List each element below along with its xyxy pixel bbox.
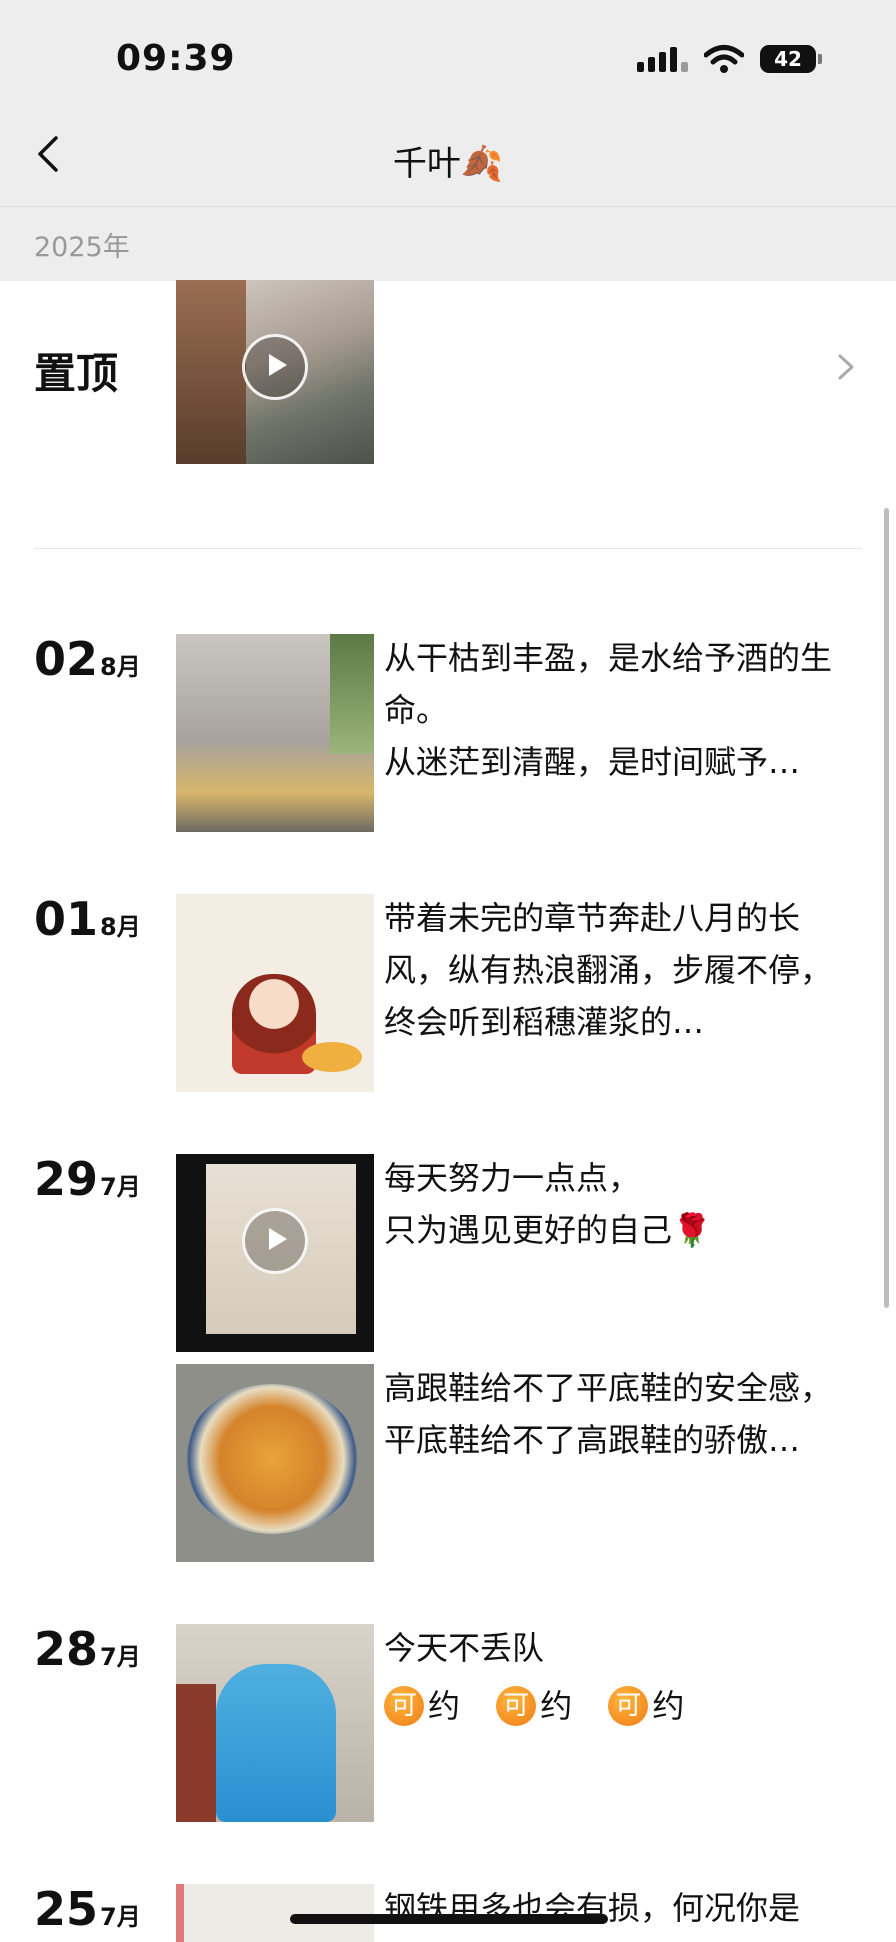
- photo-placeholder: [302, 1042, 362, 1072]
- play-icon: [242, 1208, 308, 1274]
- post-image[interactable]: [176, 1884, 374, 1942]
- post-text[interactable]: 钢铁用多也会有损，何况你是一...: [384, 1882, 844, 1942]
- photo-placeholder: [176, 1884, 184, 1942]
- badge-row: 可约 可约 可约: [384, 1678, 844, 1732]
- post-text[interactable]: 从干枯到丰盈，是水给予酒的生命。 从迷茫到清醒，是时间赋予…: [384, 632, 844, 788]
- post-text[interactable]: 今天不丢队 可约 可约 可约: [384, 1622, 844, 1732]
- photo-placeholder: [176, 280, 246, 464]
- badge-icon: 可: [384, 1686, 424, 1726]
- play-icon: [242, 334, 308, 400]
- status-icons: 42: [637, 44, 822, 74]
- post-date: 018月: [34, 892, 141, 946]
- pinned-label: 置顶: [34, 349, 119, 398]
- badge-icon: 可: [496, 1686, 537, 1726]
- top-bar: 09:39 42 千叶🍂: [0, 0, 896, 206]
- page-title: 千叶🍂: [392, 144, 504, 184]
- photo-placeholder: [330, 634, 374, 754]
- post-text[interactable]: 高跟鞋给不了平底鞋的安全感， 平底鞋给不了高跟鞋的骄傲…: [384, 1362, 844, 1466]
- chevron-right-icon[interactable]: [830, 352, 860, 382]
- badge-word: 约: [428, 1687, 461, 1725]
- post-date: 028月: [34, 632, 141, 686]
- badge-word: 约: [540, 1687, 573, 1725]
- post-image[interactable]: [176, 1624, 374, 1822]
- post-text[interactable]: 每天努力一点点， 只为遇见更好的自己🌹: [384, 1152, 844, 1256]
- status-time: 09:39: [116, 38, 236, 79]
- badge-word: 约: [652, 1687, 685, 1725]
- divider: [34, 548, 862, 549]
- battery-icon: 42: [760, 45, 822, 73]
- post-date: 297月: [34, 1152, 141, 1206]
- post-video-thumbnail[interactable]: [176, 1154, 374, 1352]
- post-text[interactable]: 带着未完的章节奔赴八月的长风，纵有热浪翻涌，步履不停，终会听到稻穗灌浆的…: [384, 892, 844, 1048]
- post-date: 257月: [34, 1882, 141, 1936]
- year-header: 2025年: [0, 206, 896, 281]
- post-image[interactable]: [176, 894, 374, 1092]
- signal-icon: [637, 46, 688, 72]
- post-image[interactable]: [176, 634, 374, 832]
- photo-placeholder: [176, 1684, 216, 1822]
- year-label: 2025年: [34, 232, 130, 263]
- badge-icon: 可: [608, 1686, 649, 1726]
- photo-placeholder: [216, 1664, 336, 1822]
- post-date: 287月: [34, 1622, 141, 1676]
- home-indicator[interactable]: [290, 1914, 608, 1924]
- photo-placeholder: [184, 1384, 360, 1534]
- scrollbar[interactable]: [884, 508, 889, 1308]
- post-image[interactable]: [176, 1364, 374, 1562]
- pinned-video-thumbnail[interactable]: [176, 280, 374, 464]
- post-text-line: 今天不丢队: [384, 1629, 545, 1667]
- wifi-icon: [704, 45, 744, 73]
